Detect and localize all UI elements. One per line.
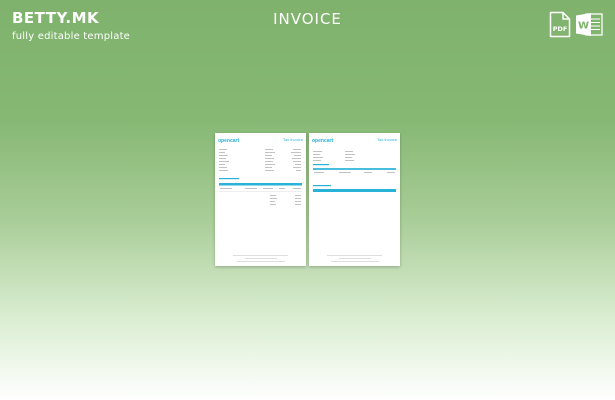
word-label: W: [578, 21, 589, 32]
page-logo: opencart: [218, 138, 239, 144]
page-title: INVOICE: [273, 10, 342, 28]
page-heading: Tax Invoice: [283, 137, 304, 142]
page-heading: Tax Invoice: [377, 137, 398, 142]
word-file-icon: W: [576, 13, 603, 36]
pdf-file-icon: PDF: [549, 11, 571, 38]
invoice-preview-page-2[interactable]: opencart Tax Invoice: [309, 133, 400, 266]
word-download-button[interactable]: W: [575, 11, 603, 38]
brand-tagline: fully editable template: [12, 31, 131, 42]
page-logo: opencart: [312, 138, 333, 144]
invoice-preview-page-1[interactable]: opencart Tax Invoice: [215, 133, 306, 266]
pdf-label: PDF: [553, 25, 568, 33]
pdf-download-button[interactable]: PDF: [549, 11, 571, 38]
